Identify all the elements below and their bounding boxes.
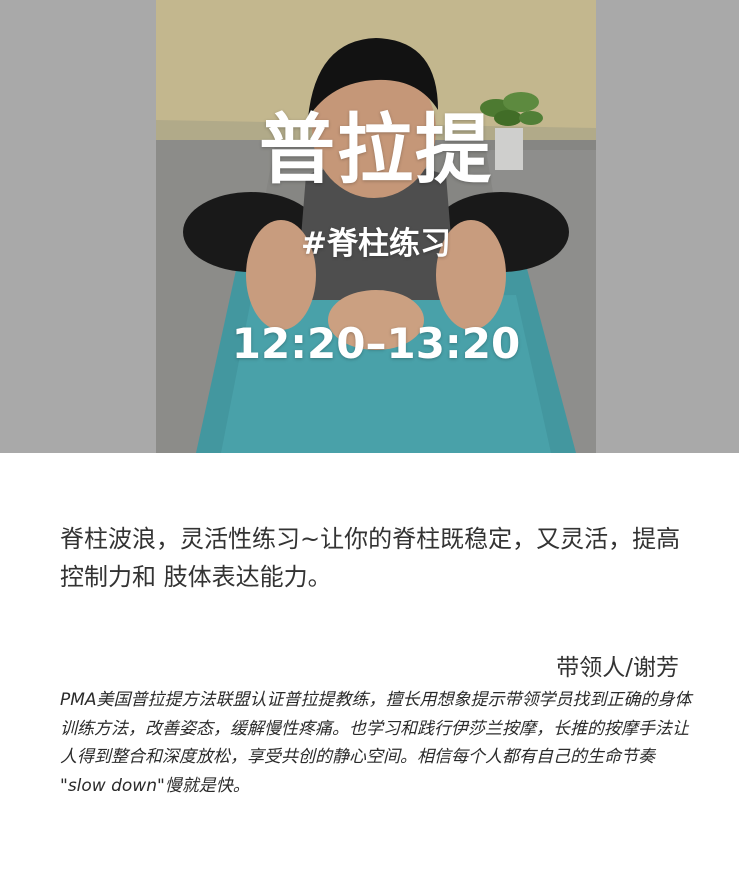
hero-subtitle: #脊柱练习 <box>301 226 451 262</box>
hero-title: 普拉提 <box>259 105 493 194</box>
hero-time: 12:20–13:20 <box>231 319 521 368</box>
hero-banner: 普拉提 #脊柱练习 12:20–13:20 <box>0 0 739 453</box>
instructor-bio: PMA美国普拉提方法联盟认证普拉提教练，擅长用想象提示带领学员找到正确的身体训练… <box>60 690 692 796</box>
class-description: 脊柱波浪，灵活性练习~让你的脊柱既稳定，又灵活，提高控制力和 肢体表达能力。 <box>60 525 681 591</box>
instructor-label: 带领人/谢芳 <box>556 655 679 681</box>
